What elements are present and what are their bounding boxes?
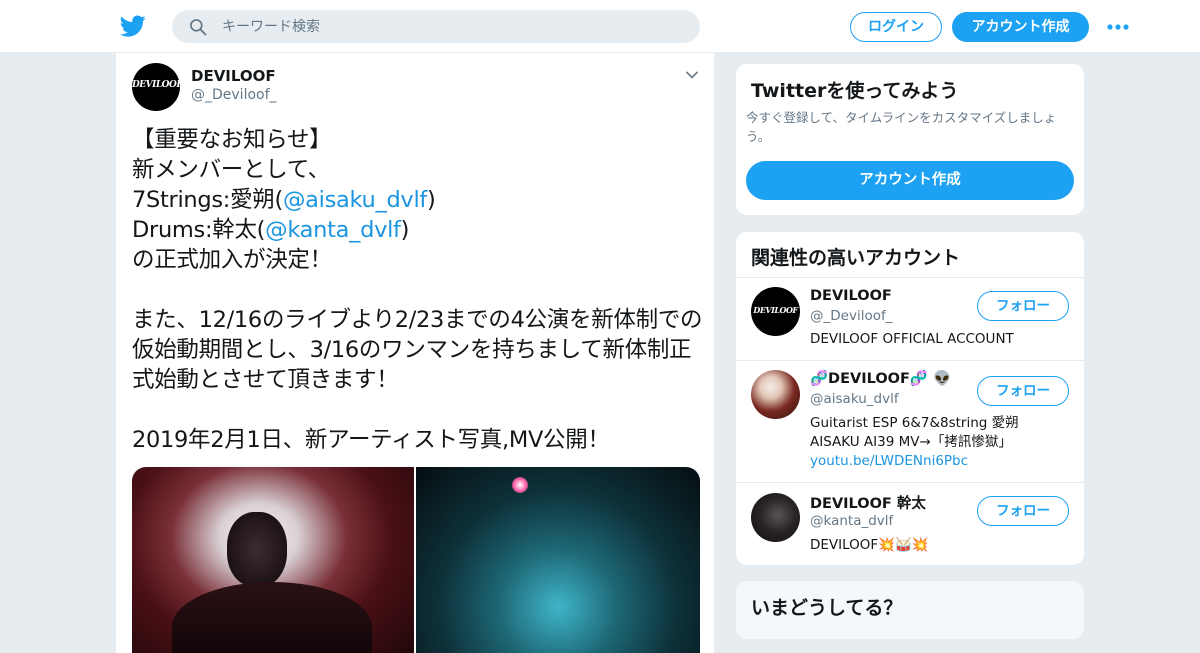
- signup-card-button[interactable]: アカウント作成: [746, 161, 1074, 200]
- tweet-line: 新メンバーとして、: [132, 157, 331, 183]
- more-icon[interactable]: [1107, 23, 1129, 31]
- search-bar[interactable]: [172, 10, 700, 43]
- mention-link[interactable]: @aisaku_dvlf: [283, 187, 427, 213]
- tweet-line: Drums:幹太(: [132, 217, 266, 243]
- account-bio: Guitarist ESP 6&7&8string 愛朔 AISAKU AI39…: [810, 414, 1035, 471]
- signup-card: Twitterを使ってみよう 今すぐ登録して、タイムラインをカスタマイズしましょ…: [735, 63, 1085, 216]
- tweet-media: [132, 467, 700, 653]
- follow-button[interactable]: フォロー: [977, 496, 1069, 526]
- avatar[interactable]: DEVILOOF: [751, 287, 800, 336]
- tweet-author-handle[interactable]: @_Deviloof_: [191, 87, 277, 103]
- tweet-author-name[interactable]: DEVILOOF: [191, 67, 276, 85]
- tweet-line: また、12/16のライブより2/23までの4公演を新体制での仮始動期間とし、3/…: [132, 307, 703, 393]
- tweet-line: ): [400, 217, 410, 243]
- tweet-line: 【重要なお知らせ】: [132, 127, 332, 153]
- related-accounts-card: 関連性の高いアカウント DEVILOOF DEVILOOF @_Deviloof…: [735, 231, 1085, 566]
- avatar[interactable]: [751, 370, 800, 419]
- tweet-line: 7Strings:愛朔(: [132, 187, 283, 213]
- account-item[interactable]: 🧬DEVILOOF🧬 👽 @aisaku_dvlf Guitarist ESP …: [736, 361, 1084, 482]
- signup-card-description: 今すぐ登録して、タイムラインをカスタマイズしましょう。: [746, 110, 1057, 144]
- tweet-line: ): [427, 187, 436, 213]
- stage-light: [512, 477, 528, 493]
- follow-button[interactable]: フォロー: [977, 291, 1069, 321]
- mention-link[interactable]: @kanta_dvlf: [265, 217, 401, 243]
- account-item[interactable]: DEVILOOF 幹太 @kanta_dvlf DEVILOOF💥🥁💥 フォロー: [736, 483, 1084, 565]
- account-bio-text: Guitarist ESP 6&7&8string 愛朔 AISAKU AI39…: [810, 415, 1019, 450]
- follow-button[interactable]: フォロー: [977, 376, 1069, 406]
- bio-link[interactable]: youtu.be/LWDENni6Pbc: [810, 453, 968, 469]
- media-photo[interactable]: [132, 467, 414, 653]
- search-input[interactable]: [222, 10, 682, 43]
- signup-card-title: Twitterを使ってみよう: [751, 80, 959, 102]
- twitter-bird-icon[interactable]: [120, 13, 146, 39]
- photo-subject: [227, 512, 287, 587]
- chevron-down-icon[interactable]: [685, 70, 699, 80]
- account-bio: DEVILOOF OFFICIAL ACCOUNT: [810, 331, 1014, 347]
- whats-happening-title: いまどうしてる？: [751, 597, 903, 619]
- account-name[interactable]: DEVILOOF: [810, 288, 892, 304]
- account-item[interactable]: DEVILOOF DEVILOOF @_Deviloof_ DEVILOOF O…: [736, 278, 1084, 360]
- band-logo: DEVILOOF: [753, 305, 798, 315]
- media-photo[interactable]: [416, 467, 700, 653]
- avatar[interactable]: [751, 493, 800, 542]
- login-button[interactable]: ログイン: [850, 12, 942, 42]
- account-handle[interactable]: @aisaku_dvlf: [810, 391, 899, 407]
- related-accounts-title: 関連性の高いアカウント: [751, 247, 961, 269]
- avatar[interactable]: DEVILOOF: [132, 63, 180, 111]
- search-icon: [190, 19, 207, 36]
- tweet-card: DEVILOOF DEVILOOF @_Deviloof_ 【重要なお知らせ】 …: [115, 53, 715, 653]
- tweet-text: 【重要なお知らせ】 新メンバーとして、 7Strings:愛朔(@aisaku_…: [132, 125, 712, 455]
- tweet-line: の正式加入が決定！: [132, 247, 332, 273]
- top-bar: ログイン アカウント作成: [0, 0, 1200, 53]
- tweet-line: 2019年2月1日、新アーティスト写真,MV公開！: [132, 427, 610, 453]
- photo-subject: [172, 582, 372, 653]
- account-name[interactable]: 🧬DEVILOOF🧬 👽: [810, 370, 951, 387]
- band-logo: DEVILOOF: [132, 80, 180, 90]
- whats-happening-card: いまどうしてる？: [735, 580, 1085, 640]
- account-name[interactable]: DEVILOOF 幹太: [810, 492, 926, 513]
- account-handle[interactable]: @_Deviloof_: [810, 308, 892, 324]
- signup-button[interactable]: アカウント作成: [952, 12, 1089, 42]
- account-handle[interactable]: @kanta_dvlf: [810, 513, 893, 529]
- account-bio: DEVILOOF💥🥁💥: [810, 537, 929, 553]
